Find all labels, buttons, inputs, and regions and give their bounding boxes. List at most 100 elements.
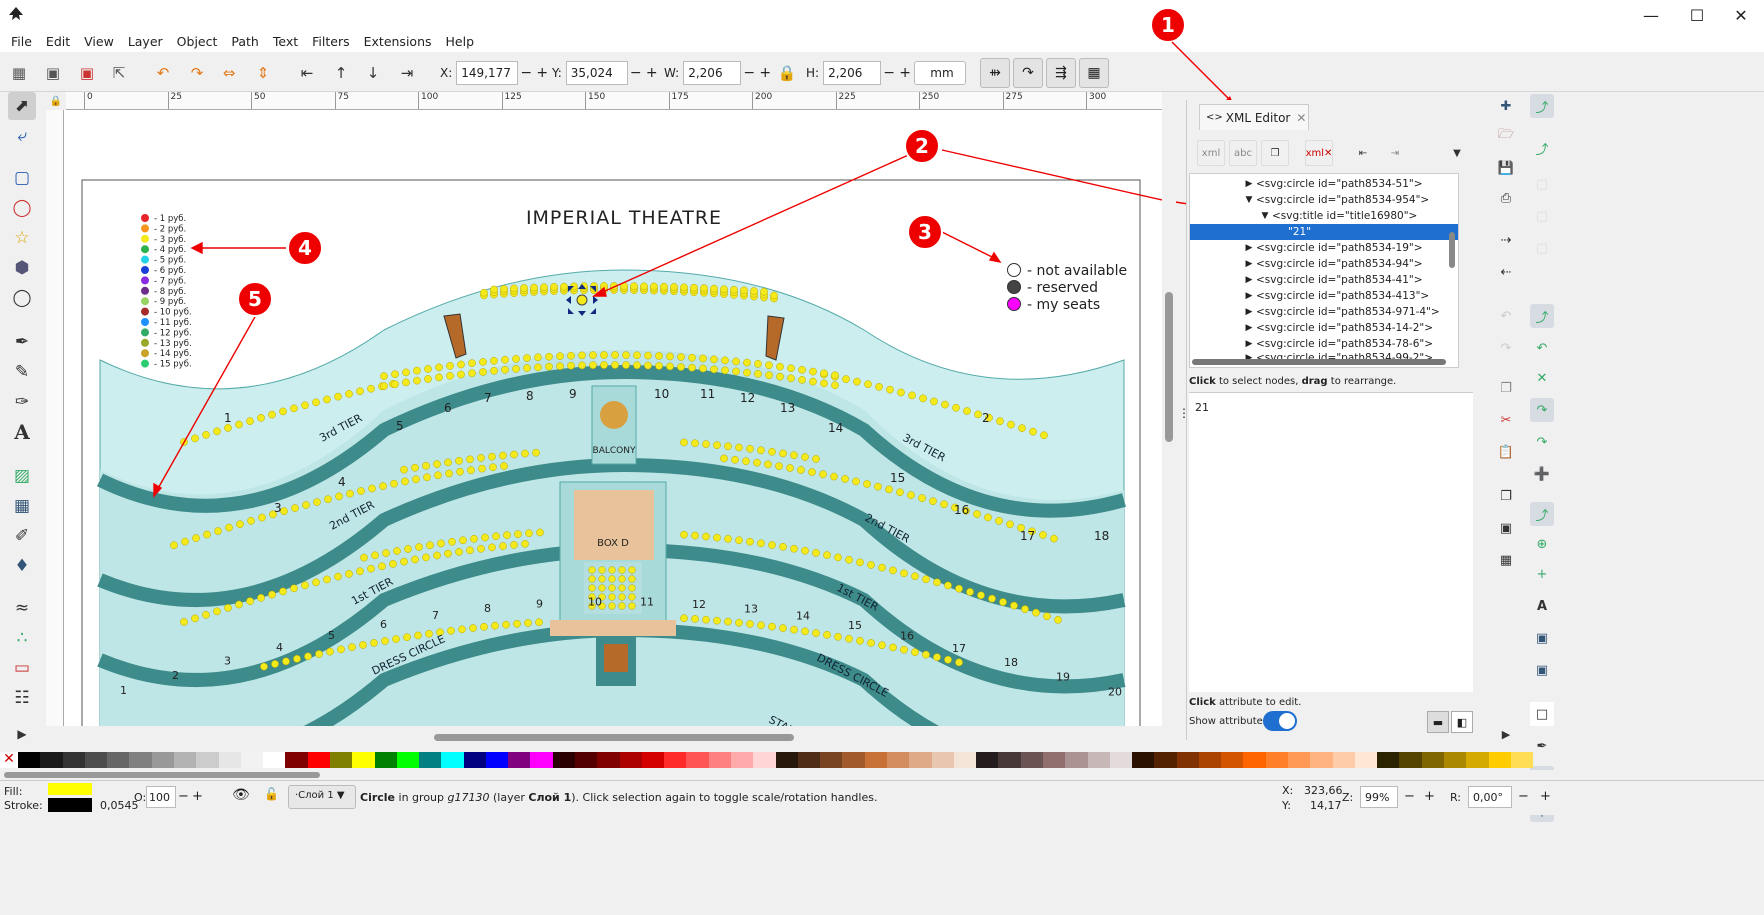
palette-swatch[interactable]	[1310, 752, 1333, 768]
palette-swatch[interactable]	[151, 752, 174, 768]
scale-corners-button[interactable]: ↷	[1013, 58, 1043, 88]
layout-horizontal-icon[interactable]: ▬	[1427, 711, 1449, 733]
palette-swatch[interactable]	[641, 752, 665, 768]
palette-swatch[interactable]	[575, 752, 598, 768]
menu-layer[interactable]: Layer	[128, 34, 163, 49]
palette-swatch[interactable]	[1377, 752, 1400, 768]
palette-swatch[interactable]	[864, 752, 887, 768]
scale-stroke-button[interactable]: ⇻	[980, 58, 1010, 88]
pen-tool-icon[interactable]: ✒	[8, 328, 36, 356]
raise-icon[interactable]: ↑	[330, 62, 352, 84]
zoom-selection-icon[interactable]: ❐	[1494, 484, 1518, 508]
palette-swatch[interactable]	[731, 752, 754, 768]
flip-vertical-icon[interactable]: ⇕	[252, 62, 274, 84]
snap-nodes-icon[interactable]: ⤴	[1530, 304, 1554, 328]
y-input[interactable]: 35,024	[565, 61, 628, 85]
mesh-tool-icon[interactable]: ▦	[8, 492, 36, 520]
snap-cusp-nodes-icon[interactable]: ↷	[1530, 398, 1554, 422]
palette-swatch[interactable]	[352, 752, 375, 768]
snap-bbox-midpoints-icon[interactable]: ▢	[1530, 236, 1554, 260]
copy-icon[interactable]: ❐	[1494, 376, 1518, 400]
gradient-tool-icon[interactable]: ▨	[8, 462, 36, 490]
unit-select[interactable]: mm	[914, 60, 966, 86]
palette-swatch[interactable]	[619, 752, 642, 768]
palette-swatch[interactable]	[1510, 752, 1534, 768]
snap-smooth-nodes-icon[interactable]: ↷	[1530, 430, 1554, 454]
rotate-ccw-icon[interactable]: ↶	[152, 62, 174, 84]
palette-swatch[interactable]	[797, 752, 821, 768]
xml-editor-tab[interactable]: <> XML Editor ✕	[1199, 104, 1309, 130]
cut-icon[interactable]: ✂	[1494, 408, 1518, 432]
opacity-decrement[interactable]: −	[178, 789, 189, 804]
selector-tool-icon[interactable]: ⬈	[8, 92, 36, 120]
open-document-icon[interactable]: 🗁	[1494, 124, 1518, 148]
palette-swatch[interactable]	[1399, 752, 1422, 768]
select-all-icon[interactable]: ▦	[8, 62, 30, 84]
spray-tool-icon[interactable]: ∴	[8, 624, 36, 652]
paste-icon[interactable]: 📋	[1494, 440, 1518, 464]
snap-page-icon[interactable]: □	[1530, 702, 1554, 726]
palette-swatch[interactable]	[84, 752, 108, 768]
palette-swatch[interactable]	[1132, 752, 1155, 768]
rotation-increment[interactable]: +	[1540, 789, 1551, 804]
palette-swatch[interactable]	[1109, 752, 1133, 768]
select-all-layers-icon[interactable]: ▣	[42, 62, 64, 84]
palette-swatch[interactable]	[1444, 752, 1467, 768]
no-paint-swatch[interactable]: ✕	[0, 752, 18, 768]
menu-extensions[interactable]: Extensions	[364, 34, 432, 49]
rotation-input[interactable]: 0,00°	[1468, 786, 1512, 808]
palette-swatch[interactable]	[107, 752, 130, 768]
menu-object[interactable]: Object	[177, 34, 218, 49]
palette-swatch[interactable]	[1020, 752, 1043, 768]
palette-swatch[interactable]	[775, 752, 798, 768]
palette-swatch[interactable]	[1288, 752, 1311, 768]
palette-swatch[interactable]	[552, 752, 576, 768]
toggle-visibility-eye-icon[interactable]: 👁	[232, 787, 250, 803]
palette-swatch[interactable]	[285, 752, 308, 768]
xml-node[interactable]: ▶ <svg:circle id="path8534-94">	[1242, 256, 1423, 272]
x-increment[interactable]: +	[534, 65, 550, 81]
star-tool-icon[interactable]: ☆	[8, 224, 36, 252]
snap-rotation-centers-icon[interactable]: +	[1530, 562, 1554, 586]
palette-swatch[interactable]	[329, 752, 353, 768]
palette-swatch[interactable]	[508, 752, 531, 768]
zoom-drawing-icon[interactable]: ▣	[1494, 516, 1518, 540]
new-document-icon[interactable]: ✚	[1494, 94, 1518, 118]
rectangle-tool-icon[interactable]: ▢	[8, 164, 36, 192]
spiral-tool-icon[interactable]: ؜◯	[8, 284, 36, 312]
raise-to-top-icon[interactable]: ⇤	[296, 62, 318, 84]
zoom-decrement[interactable]: −	[1404, 789, 1415, 804]
select-same-icon[interactable]: ⇱	[108, 62, 130, 84]
tree-horizontal-scrollbar[interactable]	[1192, 359, 1446, 365]
palette-swatch[interactable]	[1065, 752, 1088, 768]
palette-swatch[interactable]	[240, 752, 264, 768]
xml-node[interactable]: ▶ <svg:circle id="path8534-51">	[1242, 176, 1423, 192]
palette-swatch[interactable]	[441, 752, 464, 768]
palette-swatch[interactable]	[1176, 752, 1199, 768]
x-input[interactable]: 149,177	[456, 61, 519, 85]
palette-swatch[interactable]	[263, 752, 286, 768]
palette-swatch[interactable]	[1354, 752, 1378, 768]
palette-swatch[interactable]	[530, 752, 553, 768]
palette-swatch[interactable]	[886, 752, 910, 768]
palette-swatch[interactable]	[40, 752, 63, 768]
transform-gradients-button[interactable]: ⇶	[1046, 58, 1076, 88]
snap-bbox-icon[interactable]: ⤴	[1530, 136, 1554, 160]
stroke-swatch[interactable]	[48, 798, 92, 812]
lock-icon[interactable]: 🔒	[776, 62, 798, 84]
palette-swatch[interactable]	[218, 752, 241, 768]
snap-bbox-edges-icon[interactable]: ▢	[1530, 172, 1554, 196]
palette-swatch[interactable]	[1243, 752, 1266, 768]
xml-node-selected[interactable]: "21"	[1190, 224, 1458, 240]
menu-file[interactable]: File	[11, 34, 32, 49]
new-element-node-icon[interactable]: xml	[1197, 140, 1225, 166]
stroke-width-value[interactable]: 0,0545	[100, 799, 139, 812]
palette-swatch[interactable]	[909, 752, 932, 768]
node-content-editor[interactable]: 21	[1189, 392, 1473, 692]
palette-swatch[interactable]	[1421, 752, 1444, 768]
paint-bucket-tool-icon[interactable]: ♦	[8, 552, 36, 580]
minimize-icon[interactable]: —	[1628, 0, 1674, 30]
canvas-vertical-scrollbar[interactable]	[1162, 92, 1176, 726]
xml-node-tree[interactable]: ▶ <svg:circle id="path8534-51"> ▼ <svg:cir…	[1189, 173, 1459, 368]
palette-swatch[interactable]	[196, 752, 219, 768]
